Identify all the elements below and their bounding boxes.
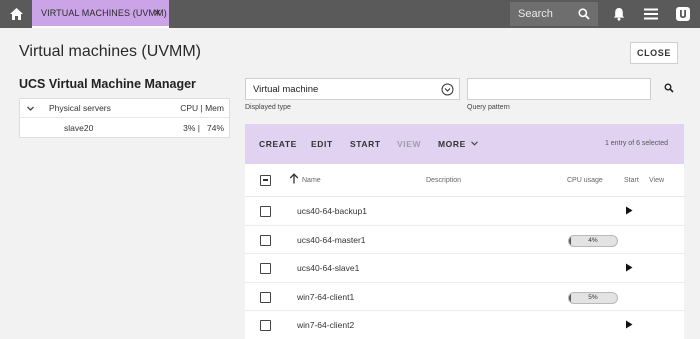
table-row[interactable]: win7-64-client1 5% <box>245 283 684 311</box>
play-icon[interactable] <box>625 206 633 215</box>
tab-virtual-machines[interactable]: VIRTUAL MACHINES (UVMM) × <box>32 0 169 28</box>
row-checkbox[interactable] <box>260 291 271 303</box>
edit-button[interactable]: EDIT <box>311 139 333 149</box>
query-pattern-label: Query pattern <box>467 104 510 111</box>
row-checkbox[interactable] <box>260 320 271 331</box>
column-header-name[interactable]: Name <box>302 177 321 184</box>
chevron-down-icon <box>441 83 454 96</box>
server-tree: Physical servers CPU | Mem slave20 3% | … <box>19 98 230 138</box>
close-icon[interactable]: × <box>153 6 162 19</box>
grid-toolbar: CREATE EDIT START VIEW MORE 1 entry of 6… <box>245 124 684 164</box>
notifications-button[interactable] <box>606 0 632 28</box>
search-icon[interactable] <box>664 83 674 93</box>
displayed-type-value: Virtual machine <box>253 83 319 95</box>
bell-icon <box>613 8 625 21</box>
more-button[interactable]: MORE <box>438 139 466 149</box>
univention-logo-icon <box>676 7 690 21</box>
vm-name[interactable]: win7-64-client1 <box>297 292 354 302</box>
play-icon[interactable] <box>625 263 633 272</box>
cpu-usage-bar: 4% <box>568 234 618 247</box>
cpu-usage-value: 5% <box>588 293 598 301</box>
chevron-down-icon[interactable] <box>471 141 478 146</box>
home-button[interactable] <box>0 0 32 28</box>
page-title: Virtual machines (UVMM) <box>19 43 201 60</box>
tree-title: UCS Virtual Machine Manager <box>19 77 196 91</box>
table-row[interactable]: ucs40-64-slave1 <box>245 254 684 283</box>
hamburger-icon <box>644 8 658 20</box>
close-button[interactable]: CLOSE <box>630 42 678 64</box>
cpu-mem-header: CPU | Mem <box>180 103 224 113</box>
menu-button[interactable] <box>638 0 664 28</box>
global-search[interactable]: Search <box>510 2 598 26</box>
node-cpu-value: 3% | <box>183 122 200 133</box>
selection-info: 1 entry of 6 selected <box>604 140 668 147</box>
cpu-usage-bar: 5% <box>568 291 618 304</box>
univention-logo-button[interactable] <box>670 0 696 28</box>
column-header-description[interactable]: Description <box>426 177 461 184</box>
sort-ascending-icon[interactable] <box>289 173 299 184</box>
chevron-down-icon[interactable] <box>26 104 35 113</box>
query-pattern-input[interactable] <box>467 78 651 100</box>
row-checkbox[interactable] <box>260 234 271 246</box>
view-button[interactable]: VIEW <box>397 139 421 149</box>
column-header-view: View <box>649 177 665 184</box>
vm-name[interactable]: ucs40-64-master1 <box>297 235 366 245</box>
row-checkbox[interactable] <box>260 206 271 217</box>
column-header-cpu[interactable]: CPU usage <box>567 177 603 184</box>
create-button[interactable]: CREATE <box>259 139 297 149</box>
tree-node-slave20[interactable]: slave20 3% | 74% <box>20 118 229 137</box>
vm-name[interactable]: win7-64-client2 <box>297 320 354 330</box>
select-all-checkbox[interactable] <box>260 175 271 186</box>
vm-grid: CREATE EDIT START VIEW MORE 1 entry of 6… <box>245 124 684 339</box>
vm-name[interactable]: ucs40-64-slave1 <box>297 263 359 273</box>
play-icon[interactable] <box>625 320 633 329</box>
tree-node-label: Physical servers <box>49 103 111 113</box>
table-row[interactable]: ucs40-64-master1 4% <box>245 226 684 254</box>
column-header-start: Start <box>624 177 639 184</box>
vm-name[interactable]: ucs40-64-backup1 <box>297 206 367 216</box>
node-mem-value: 74% <box>206 122 224 133</box>
tab-label: VIRTUAL MACHINES (UVMM) <box>41 8 167 18</box>
grid-header-row: Name Description CPU usage Start View <box>245 164 684 197</box>
tree-node-physical-servers[interactable]: Physical servers CPU | Mem <box>20 99 229 118</box>
home-icon <box>9 8 23 20</box>
table-row[interactable]: ucs40-64-backup1 <box>245 197 684 226</box>
table-row[interactable]: win7-64-client2 <box>245 311 684 339</box>
search-placeholder: Search <box>518 8 553 20</box>
displayed-type-label: Displayed type <box>245 104 291 111</box>
top-bar: VIRTUAL MACHINES (UVMM) × Search <box>0 0 700 28</box>
search-icon[interactable] <box>578 8 590 20</box>
tree-node-label: slave20 <box>64 122 94 133</box>
cpu-usage-value: 4% <box>588 236 598 244</box>
row-checkbox[interactable] <box>260 263 271 274</box>
start-button[interactable]: START <box>350 139 381 149</box>
displayed-type-select[interactable]: Virtual machine <box>245 78 460 100</box>
